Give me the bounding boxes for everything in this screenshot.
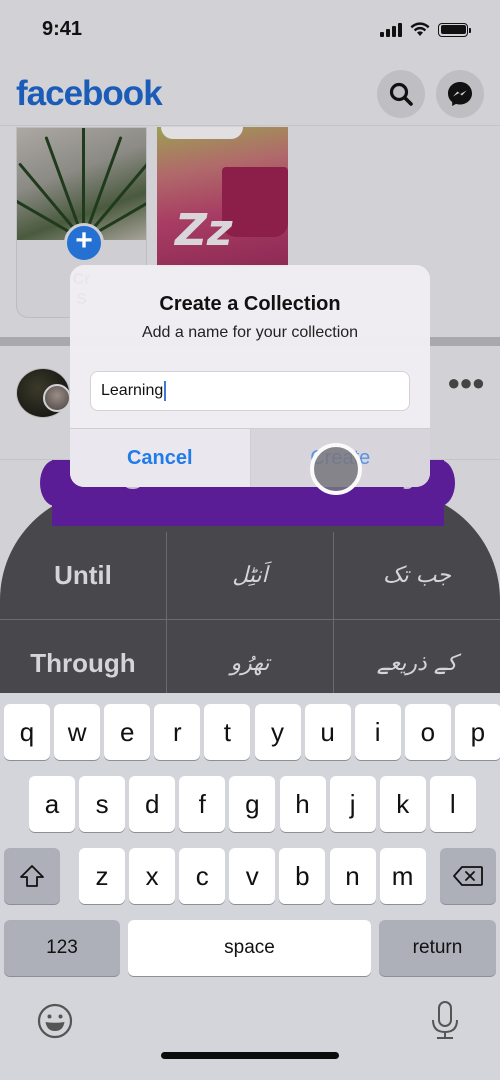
key-f[interactable]: f xyxy=(179,776,226,832)
messenger-icon xyxy=(448,82,472,106)
story-card[interactable]: NU Zz xyxy=(157,127,288,267)
key-z[interactable]: z xyxy=(79,848,125,904)
key-o[interactable]: o xyxy=(404,704,451,760)
key-r[interactable]: r xyxy=(154,704,201,760)
author-avatar[interactable] xyxy=(43,384,71,412)
search-button[interactable] xyxy=(377,70,425,118)
battery-icon xyxy=(438,22,471,37)
shift-key[interactable] xyxy=(4,848,60,904)
delete-key[interactable] xyxy=(440,848,496,904)
dialog-title: Create a Collection xyxy=(159,293,341,315)
key-b[interactable]: b xyxy=(279,848,326,904)
numbers-key[interactable]: 123 xyxy=(4,920,120,976)
key-u[interactable]: u xyxy=(304,704,351,760)
key-x[interactable]: x xyxy=(129,848,176,904)
facebook-logo[interactable]: facebook xyxy=(16,74,163,114)
messenger-button[interactable] xyxy=(436,70,484,118)
keyboard-row-4: 123 space return xyxy=(0,920,500,976)
more-horizontal-icon[interactable]: ●●● xyxy=(447,370,485,396)
vocab-urdu: کے ذریعے xyxy=(376,651,458,676)
key-d[interactable]: d xyxy=(129,776,176,832)
vocab-row: Through تھرُو کے ذریعے xyxy=(0,620,500,696)
key-l[interactable]: l xyxy=(429,776,476,832)
key-q[interactable]: q xyxy=(4,704,50,760)
status-time: 9:41 xyxy=(42,18,83,40)
dialog-message: Add a name for your collection xyxy=(141,324,359,341)
vocab-pronunciation: تھرُو xyxy=(167,620,334,696)
key-j[interactable]: j xyxy=(329,776,376,832)
key-t[interactable]: t xyxy=(204,704,251,760)
key-m[interactable]: m xyxy=(379,848,426,904)
emoji-icon[interactable] xyxy=(37,1003,73,1039)
post-image[interactable]: English Vocabulary Until اَنٹِل جب تک Th… xyxy=(0,460,500,696)
collection-name-input[interactable]: Learning xyxy=(90,371,410,411)
key-c[interactable]: c xyxy=(179,848,226,904)
wifi-icon xyxy=(410,22,430,36)
keyboard-row-3: zxcvbnm xyxy=(0,848,500,904)
signal-icon xyxy=(380,22,402,37)
return-key[interactable]: return xyxy=(379,920,496,976)
story-author-chip: NU xyxy=(161,127,243,139)
key-g[interactable]: g xyxy=(229,776,276,832)
status-bar: 9:41 xyxy=(0,0,500,62)
key-w[interactable]: w xyxy=(54,704,101,760)
vocab-pronunciation: اَنٹِل xyxy=(167,532,334,619)
app-header: facebook xyxy=(0,62,500,126)
key-s[interactable]: s xyxy=(79,776,126,832)
vocab-urdu: جب تک xyxy=(382,563,451,588)
key-h[interactable]: h xyxy=(279,776,326,832)
keyboard-bottom-bar xyxy=(0,990,500,1080)
key-v[interactable]: v xyxy=(229,848,276,904)
key-y[interactable]: y xyxy=(254,704,301,760)
home-indicator[interactable] xyxy=(161,1052,339,1059)
touch-indicator xyxy=(310,443,362,495)
backspace-icon xyxy=(453,866,483,886)
status-icons xyxy=(380,22,471,37)
key-n[interactable]: n xyxy=(329,848,376,904)
keyboard-row-2: asdfghjkl xyxy=(0,776,500,832)
vocab-english: Through xyxy=(0,620,167,696)
vocab-english: Until xyxy=(0,532,167,619)
text-cursor xyxy=(164,381,167,401)
collection-name-value: Learning xyxy=(101,382,164,399)
shift-icon xyxy=(20,865,44,887)
vocab-row: Until اَنٹِل جب تک xyxy=(0,532,500,620)
key-e[interactable]: e xyxy=(104,704,151,760)
key-k[interactable]: k xyxy=(379,776,426,832)
key-a[interactable]: a xyxy=(29,776,75,832)
vocab-table: Until اَنٹِل جب تک Through تھرُو کے ذریع… xyxy=(0,532,500,696)
cancel-button[interactable]: Cancel xyxy=(70,429,251,487)
keyboard: qwertyuiop asdfghjkl zxcvbnm 123 space r… xyxy=(0,693,500,1080)
story-scribble: Zz xyxy=(175,205,233,256)
microphone-icon[interactable] xyxy=(430,1000,460,1042)
dialog-actions: Cancel Create xyxy=(70,428,430,487)
keyboard-row-1: qwertyuiop xyxy=(0,704,500,760)
space-key[interactable]: space xyxy=(128,920,371,976)
create-collection-dialog: Create a Collection Add a name for your … xyxy=(70,265,430,487)
search-icon xyxy=(389,82,413,106)
key-i[interactable]: i xyxy=(354,704,401,760)
plus-icon[interactable]: + xyxy=(64,223,104,263)
key-p[interactable]: p xyxy=(454,704,500,760)
